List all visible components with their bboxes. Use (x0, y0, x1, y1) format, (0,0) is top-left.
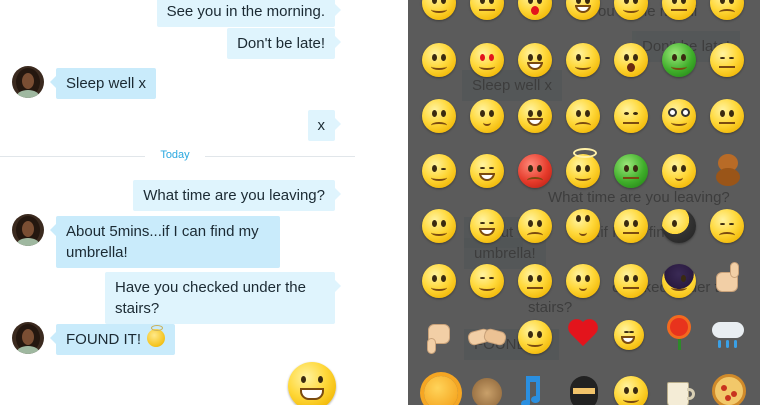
facepalm-emoticon-icon[interactable] (662, 209, 696, 243)
message-bubble[interactable]: What time are you leaving? (133, 180, 341, 211)
smirk-emoticon-icon[interactable] (614, 99, 648, 133)
facepalm-hand-emoticon-icon[interactable] (614, 376, 648, 405)
thumbs-up-icon[interactable] (710, 262, 744, 296)
puke-emoticon-icon[interactable] (662, 43, 696, 77)
thinking-emoticon-icon[interactable] (470, 99, 504, 133)
angry-emoticon-icon[interactable] (518, 154, 552, 188)
cheeky-emoticon-icon[interactable] (422, 154, 456, 188)
eye-roll-emoticon-icon[interactable] (566, 209, 600, 243)
grin-emoticon-icon[interactable] (518, 43, 552, 77)
ninja-icon[interactable] (568, 376, 600, 405)
smile-emoticon-icon[interactable] (422, 264, 456, 298)
worried-emoticon-icon[interactable] (566, 99, 600, 133)
crying-emoticon-icon[interactable] (518, 209, 552, 243)
bear-emoticon-icon[interactable] (712, 152, 744, 188)
divider (0, 156, 145, 157)
happy-emoticon-icon[interactable] (422, 209, 456, 243)
hi-wave-emoticon-icon[interactable] (518, 320, 552, 354)
smile-emoticon-icon[interactable] (422, 43, 456, 77)
day-separator: Today (150, 149, 200, 161)
surprised-emoticon-icon[interactable] (614, 43, 648, 77)
angel-smile-icon (147, 325, 166, 347)
avatar[interactable] (12, 214, 44, 246)
sweat-smile-emoticon-icon[interactable] (422, 0, 456, 20)
laughing-emoticon-icon[interactable] (470, 154, 504, 188)
waiting-emoticon-icon[interactable] (614, 264, 648, 298)
emo-emoticon-icon[interactable] (662, 264, 696, 298)
giggle-emoticon-icon[interactable] (470, 209, 504, 243)
hmm-emoticon-icon[interactable] (662, 154, 696, 188)
message-bubble[interactable]: Sleep well x (49, 68, 157, 99)
ghost-text: Sleep well x (462, 70, 563, 101)
message-text: FOUND IT! (66, 331, 141, 348)
big-laugh-emoticon-icon[interactable] (288, 362, 336, 405)
sleeping-emoticon-icon[interactable] (710, 209, 744, 243)
handshake-icon[interactable] (466, 322, 508, 352)
thumbs-down-icon[interactable] (422, 320, 456, 354)
blush-emoticon-icon[interactable] (470, 264, 504, 298)
message-bubble[interactable]: Don't be late! (227, 28, 341, 59)
lol-emoticon-icon[interactable] (614, 320, 644, 350)
message-bubble[interactable]: See you in the morning. (156, 0, 342, 27)
envy-emoticon-icon[interactable] (614, 154, 648, 188)
wondering-emoticon-icon[interactable] (566, 264, 600, 298)
gentleman-emoticon-icon[interactable] (614, 209, 648, 243)
music-icon[interactable] (520, 374, 550, 405)
message-bubble[interactable]: x (307, 110, 341, 141)
wink-emoticon-icon[interactable] (566, 43, 600, 77)
avatar[interactable] (12, 66, 44, 98)
flower-icon[interactable] (664, 318, 694, 352)
divider (205, 156, 355, 157)
coffee-icon[interactable] (664, 376, 696, 405)
in-love-emoticon-icon[interactable] (470, 43, 504, 77)
mouth-zipped-emoticon-icon[interactable] (710, 99, 744, 133)
doh-emoticon-icon[interactable] (518, 264, 552, 298)
kiss-emoticon-icon[interactable] (518, 0, 552, 20)
emoticon-picker: ou in the morni Don't be late! Sleep wel… (408, 0, 760, 405)
squint-emoticon-icon[interactable] (710, 43, 744, 77)
sun-icon[interactable] (424, 376, 458, 405)
neutral-emoticon-icon[interactable] (470, 0, 504, 20)
message-bubble[interactable]: About 5mins...if I can find my umbrella! (50, 216, 280, 268)
cake-icon[interactable] (472, 378, 502, 405)
pizza-icon[interactable] (712, 374, 746, 405)
sad-emoticon-icon[interactable] (422, 99, 456, 133)
sleepy-emoticon-icon[interactable] (710, 0, 744, 20)
ghost-text: What time are you leaving? (548, 189, 730, 206)
nerd-emoticon-icon[interactable] (662, 99, 696, 133)
conversation-panel: See you in the morning. Don't be late! S… (0, 0, 375, 405)
message-bubble[interactable]: Have you checked under the stairs? (105, 272, 341, 324)
avatar[interactable] (12, 322, 44, 354)
message-bubble[interactable]: FOUND IT! (49, 324, 176, 355)
angel-emoticon-icon[interactable] (566, 148, 600, 188)
rain-cloud-icon[interactable] (710, 318, 746, 352)
heart-icon[interactable] (568, 318, 598, 348)
party-emoticon-icon[interactable] (518, 99, 552, 133)
